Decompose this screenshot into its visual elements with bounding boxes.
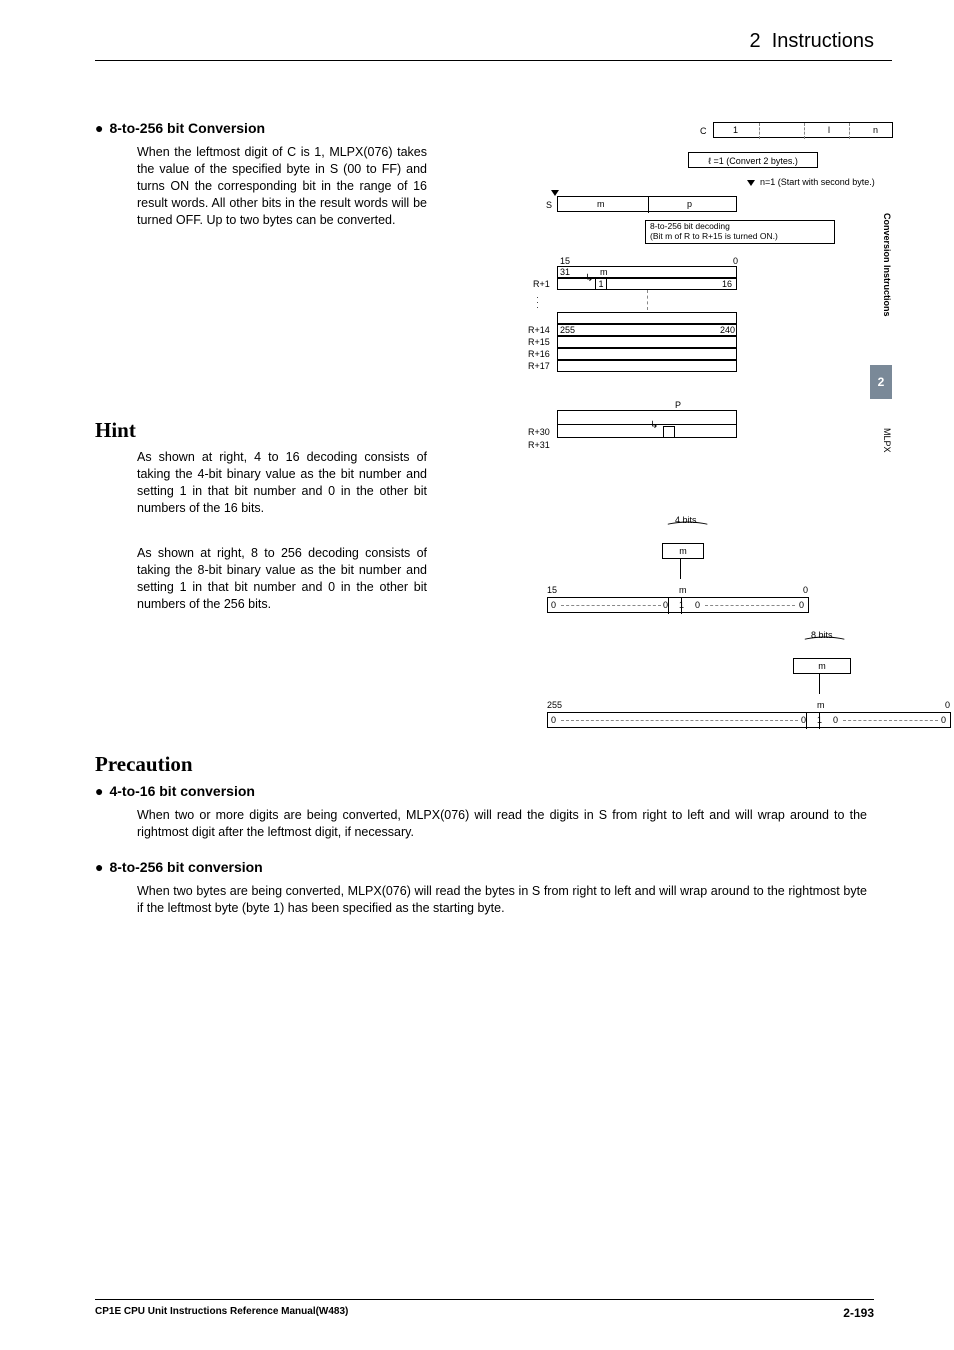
m0: 0 <box>663 600 668 610</box>
r0a: 0 <box>695 600 700 610</box>
dec-note2: (Bit m of R to R+15 is turned ON.) <box>650 231 778 241</box>
page-header: 2 Instructions <box>749 30 874 53</box>
axis-255: 255 <box>547 700 562 710</box>
precaution-sub2-body: When two bytes are being converted, MLPX… <box>137 883 867 917</box>
main-content: 8-to-256 bit Conversion When the leftmos… <box>95 120 865 917</box>
r-row17 <box>557 360 737 372</box>
n-note: n=1 (Start with second byte.) <box>760 177 875 187</box>
r-row16 <box>557 348 737 360</box>
r15: R+15 <box>528 337 550 347</box>
one-8: 1 <box>817 715 822 725</box>
r31: R+31 <box>528 440 550 450</box>
c-n: n <box>873 125 878 135</box>
section1-body: When the leftmost digit of C is 1, MLPX(… <box>137 144 427 228</box>
r-row1 <box>557 278 737 290</box>
bit31: 31 <box>560 267 570 277</box>
n255: 255 <box>560 325 575 335</box>
hint-para2: As shown at right, 8 to 256 decoding con… <box>137 545 427 613</box>
r0a-8: 0 <box>833 715 838 725</box>
page-footer: CP1E CPU Unit Instructions Reference Man… <box>95 1299 874 1320</box>
n240: 240 <box>720 325 735 335</box>
r1: R+1 <box>533 279 550 289</box>
r30: R+30 <box>528 427 550 437</box>
brace-icon: ⏜ <box>667 521 707 538</box>
precaution-sub1-body: When two or more digits are being conver… <box>137 807 867 841</box>
chapter-number: 2 <box>749 30 760 52</box>
r-row15 <box>557 336 737 348</box>
diagram-8-to-256: C 1 l n ℓ =1 (Convert 2 bytes.) n=1 (Sta… <box>555 120 954 460</box>
bit-one: 1 <box>595 278 607 290</box>
c-label: C <box>700 126 707 136</box>
c-box <box>713 122 893 138</box>
m-small: m <box>600 267 608 277</box>
s-box <box>557 196 737 212</box>
r-rowbig-mid <box>557 424 737 425</box>
chapter-title: Instructions <box>772 30 874 52</box>
footer-page: 2-193 <box>843 1306 874 1320</box>
axis-15: 15 <box>547 585 557 595</box>
r0b-8: 0 <box>941 715 946 725</box>
r-row14a <box>557 312 737 324</box>
footer-manual: CP1E CPU Unit Instructions Reference Man… <box>95 1306 348 1320</box>
precaution-sub2-heading: 8-to-256 bit conversion <box>95 859 865 875</box>
decode-note-box: 8-to-256 bit decoding (Bit m of R to R+1… <box>645 220 835 244</box>
axis-m: m <box>679 585 687 595</box>
p-label: P <box>675 400 681 410</box>
bit16: 16 <box>722 279 732 289</box>
r17: R+17 <box>528 361 550 371</box>
bit15: 15 <box>560 256 570 266</box>
precaution-title: Precaution <box>95 752 865 777</box>
r14: R+14 <box>528 325 550 335</box>
one: 1 <box>679 600 684 610</box>
diagram-8bits: 8 bits ⏜ m 255 m 0 0 0 1 0 0 <box>555 630 954 750</box>
c-l: l <box>828 125 830 135</box>
axis-0-8: 0 <box>945 700 950 710</box>
m-box-4: m <box>662 543 704 559</box>
r-row14b <box>557 324 737 336</box>
c-1: 1 <box>733 125 738 135</box>
l-note-box: ℓ =1 (Convert 2 bytes.) <box>688 152 818 168</box>
l0: 0 <box>551 600 556 610</box>
hint-para1: As shown at right, 4 to 16 decoding cons… <box>137 449 427 517</box>
diagram-4bits: 4 bits ⏜ m 15 m 0 0 0 1 0 0 <box>555 515 954 635</box>
r0b: 0 <box>799 600 804 610</box>
header-rule <box>95 60 892 61</box>
axis-m-8: m <box>817 700 825 710</box>
dec-note1: 8-to-256 bit decoding <box>650 221 730 231</box>
r16: R+16 <box>528 349 550 359</box>
s-label: S <box>546 200 552 210</box>
s-m: m <box>597 199 605 209</box>
m-box-8: m <box>793 658 851 674</box>
p-bit <box>663 426 675 438</box>
axis-0: 0 <box>803 585 808 595</box>
precaution-sub1-heading: 4-to-16 bit conversion <box>95 783 865 799</box>
bit0: 0 <box>733 256 738 266</box>
brace-icon-8: ⏜ <box>804 636 844 653</box>
l0-8: 0 <box>551 715 556 725</box>
m0-8: 0 <box>801 715 806 725</box>
r-row0 <box>557 266 737 278</box>
s-p: p <box>687 199 692 209</box>
